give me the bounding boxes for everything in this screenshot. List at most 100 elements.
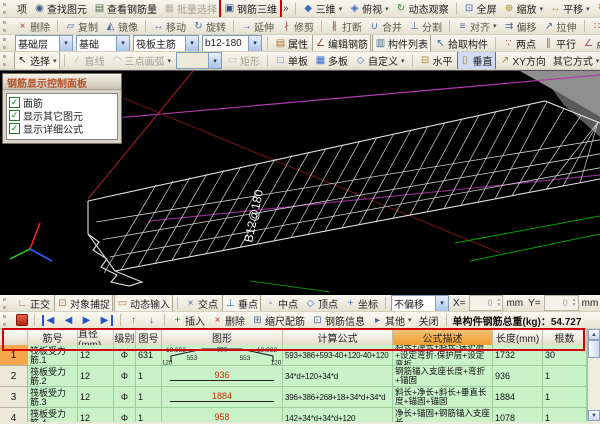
viewport-3d[interactable]: B12@180 钢筋显示控制面板 ✓ 面筋 ✓ 显示其它图元 ✓ 显示详细公式 <box>0 70 600 295</box>
stretch-button[interactable]: ↗ 拉伸 <box>541 18 580 34</box>
prev-row-button[interactable]: ◀ <box>60 313 77 328</box>
ortho-toggle[interactable]: ∟ 正交 <box>14 295 53 311</box>
select-button[interactable]: ↖ 选择 ▾ <box>14 52 60 69</box>
y-input[interactable]: 0 ▲ ▼ <box>543 295 579 311</box>
coordinate-snap-toggle[interactable]: + 坐标 <box>342 295 381 311</box>
formula-description-cell[interactable]: 钢筋锚入支座长度+弯折+锚固 <box>393 366 493 387</box>
column-header-5[interactable]: 计算公式 <box>283 330 393 345</box>
pick-component-button[interactable]: ↖ 拾取构件 <box>432 35 491 51</box>
category-combo[interactable]: 基础 ▾ <box>76 35 130 51</box>
find-element-button[interactable]: ◉ 查找图元 <box>31 0 90 17</box>
pan-button[interactable]: ↔ 平移 ▾ <box>547 0 593 17</box>
vertex-snap-toggle[interactable]: ◇ 顶点 <box>302 295 341 311</box>
figure-number-cell[interactable]: 1 <box>136 387 162 408</box>
edit-grip[interactable] <box>3 20 10 32</box>
rebar-name-cell[interactable]: 筏板受力筋.2 <box>28 366 78 387</box>
row-number-cell[interactable]: 3 <box>0 387 28 408</box>
figure-number-cell[interactable]: 1 <box>136 408 162 422</box>
first-row-button[interactable]: ◀ <box>39 313 59 328</box>
xy-direction-button[interactable]: ↗ XY方向 <box>497 52 549 69</box>
perpendicular-snap-toggle[interactable]: ⊥ 垂点 <box>222 295 261 311</box>
extend-button[interactable]: → 延伸 <box>238 18 277 34</box>
rebar-info-button[interactable]: ⊡ 钢筋信息 <box>309 312 368 328</box>
edit-rebar-button[interactable]: ∠ 编辑钢筋 <box>312 35 371 51</box>
align-button[interactable]: ≡ 对齐 ▾ <box>454 18 500 34</box>
row-number-cell[interactable]: 4 <box>0 408 28 422</box>
row-number-cell[interactable]: 1 <box>0 345 28 366</box>
set-grip-button[interactable]: ∷设置夹点 <box>589 18 600 34</box>
break-button[interactable]: ∦ 打断 <box>326 18 365 34</box>
mirror-button[interactable]: ◭ 镜像 <box>102 18 141 34</box>
grade-cell[interactable]: Φ <box>114 408 136 422</box>
custom-range-button[interactable]: ◇ 自定义 ▾ <box>352 52 408 69</box>
figure-number-cell[interactable]: 1 <box>136 366 162 387</box>
three-point-arc-button[interactable]: ◠ 三点画弧 ▾ <box>109 52 175 69</box>
other-methods-button[interactable]: 其它方式 ▾ <box>550 52 600 69</box>
status-grip[interactable] <box>3 297 10 309</box>
formula-cell[interactable]: 396+386+268+18+34*d+34*d <box>283 387 393 408</box>
arc-mode-combo[interactable]: ▾ <box>176 52 223 69</box>
single-slab-button[interactable]: □ 单板 <box>272 52 311 69</box>
floor-combo[interactable]: 基础层 ▾ <box>15 35 73 51</box>
component-combo[interactable]: b12-180 ▾ <box>202 35 262 51</box>
grade-cell[interactable]: Φ <box>114 387 136 408</box>
merge-button[interactable]: ∪ 合并 <box>366 18 405 34</box>
three-d-view-button[interactable]: ◆ 三维 ▾ <box>300 0 346 17</box>
scroll-down-button[interactable]: ▼ <box>588 410 600 421</box>
vertical-button[interactable]: ▯ 垂直 <box>456 52 496 69</box>
length-cell[interactable]: 936 <box>493 366 543 387</box>
rebar-name-cell[interactable]: 筏板受力筋.4 <box>28 408 78 422</box>
grade-cell[interactable]: Φ <box>114 366 136 387</box>
line-button[interactable]: ∕ 直线 <box>69 52 108 69</box>
trim-button[interactable]: ∤ 修剪 <box>278 18 317 34</box>
view-rebar-quantity-button[interactable]: ▤ 查看钢筋量 <box>91 0 160 17</box>
other-button[interactable]: ▸ 其他 ▾ <box>369 312 415 328</box>
row-number-cell[interactable]: 2 <box>0 366 28 387</box>
row-number-header[interactable] <box>0 330 28 345</box>
object-snap-toggle[interactable]: ⊡ 对象捕捉 <box>54 295 113 311</box>
column-header-8[interactable]: 根数 <box>543 330 587 345</box>
batch-select-button[interactable]: ▦ 批量选择 <box>161 0 220 17</box>
draw-grip[interactable] <box>3 55 10 66</box>
column-header-4[interactable]: 图形 <box>162 330 283 345</box>
checkbox-checked-icon[interactable]: ✓ <box>9 97 20 108</box>
formula-description-cell[interactable]: 斜长+净长+斜长-保护层+设定弯折-保护层+设定弯折 <box>393 345 493 366</box>
move-row-up-button[interactable]: ↑ <box>125 313 142 328</box>
shape-cell[interactable]: 958 <box>162 408 283 422</box>
view-grip[interactable] <box>3 3 10 14</box>
rebar-name-cell[interactable]: 筏板受力筋.1 <box>28 345 78 366</box>
top-view-button[interactable]: ◈ 俯视 ▾ <box>346 0 392 17</box>
two-point-button[interactable]: ∵ 两点 <box>500 35 539 51</box>
count-cell[interactable]: 1 <box>543 387 587 408</box>
rebar-3d-button[interactable]: ▣ 钢筋三维 <box>219 0 282 17</box>
column-header-7[interactable]: 长度(mm) <box>493 330 543 345</box>
vertical-scroll-thumb[interactable] <box>588 340 600 358</box>
screen-rotate-button[interactable]: ↻屏幕旋转▾ <box>594 0 600 17</box>
column-header-1[interactable]: 直径(mm) <box>78 330 114 345</box>
copy-button[interactable]: ▱ 复制 <box>62 18 101 34</box>
scale-rebar-button[interactable]: ⊞ 缩尺配筋 <box>249 312 308 328</box>
delete-button[interactable]: × 删除 <box>14 18 53 34</box>
component-list-button[interactable]: ▥ 构件列表 <box>372 35 431 51</box>
checkbox-checked-icon[interactable]: ✓ <box>9 110 20 121</box>
orbit-button[interactable]: ↻ 动态观察 <box>393 0 452 17</box>
split-button[interactable]: ⊥ 分割 <box>406 18 445 34</box>
delete-row-button[interactable]: × 删除 <box>209 312 248 328</box>
table-row-3[interactable]: 3 筏板受力筋.3 12 Φ 1 1884 396+386+268+18+34*d+34*d… <box>0 387 587 408</box>
column-header-3[interactable]: 图号 <box>136 330 162 345</box>
view-overflow-chevron[interactable]: » <box>281 3 291 14</box>
last-row-button[interactable]: ▶ <box>96 313 116 328</box>
formula-cell[interactable]: 142+34*d+34*d+120 <box>283 408 393 422</box>
clipped-toolbar-item[interactable]: 项 <box>14 0 30 17</box>
shape-cell[interactable]: 19.983 386 19.983 120 553 553 120 <box>162 345 283 366</box>
diameter-cell[interactable]: 12 <box>78 345 114 366</box>
formula-cell[interactable]: 593+386+593-40+120-40+120 <box>283 345 393 366</box>
checkbox-checked-icon[interactable]: ✓ <box>9 123 20 134</box>
rebar-name-cell[interactable]: 筏板受力筋.3 <box>28 387 78 408</box>
rotate-button[interactable]: ↻ 旋转 <box>190 18 229 34</box>
formula-cell[interactable]: 34*d+120+34*d <box>283 366 393 387</box>
column-header-2[interactable]: 级别 <box>114 330 136 345</box>
diameter-cell[interactable]: 12 <box>78 366 114 387</box>
vertical-scrollbar[interactable]: ▲ ▼ <box>587 329 600 421</box>
component-grip[interactable] <box>3 37 10 49</box>
